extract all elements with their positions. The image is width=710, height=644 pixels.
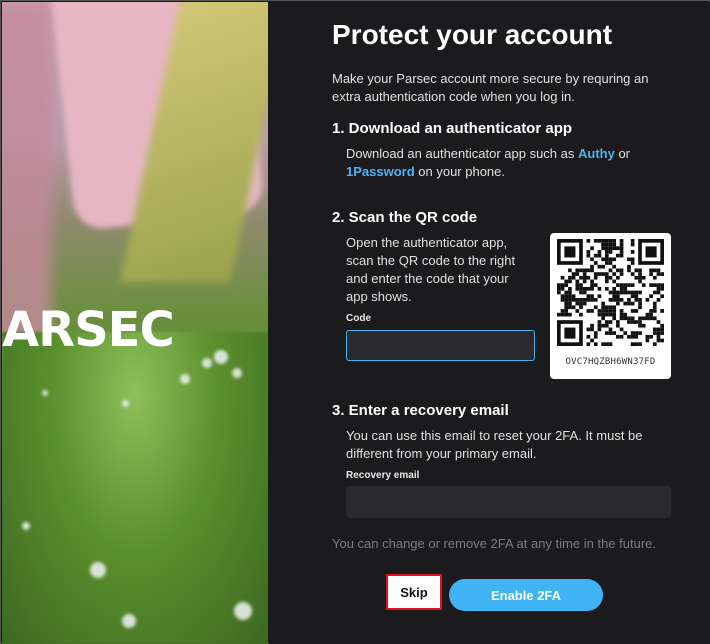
enable-2fa-button[interactable]: Enable 2FA (449, 579, 603, 611)
step1-text-mid: or (614, 146, 631, 161)
footnote-text: You can change or remove 2FA at any time… (332, 536, 656, 551)
step3-heading: 3. Enter a recovery email (332, 402, 509, 419)
qr-code-card: OVC7HQZBH6WN37FD (550, 233, 671, 379)
qr-code-image (557, 239, 664, 346)
onepassword-link[interactable]: 1Password (346, 164, 415, 179)
intro-text: Make your Parsec account more secure by … (332, 71, 649, 104)
skip-button[interactable]: Skip (386, 574, 442, 610)
step1-text: Download an authenticator app such as Au… (346, 145, 666, 181)
step1-heading: 1. Download an authenticator app (332, 120, 573, 137)
recovery-email-label: Recovery email (346, 470, 420, 481)
step2-heading: 2. Scan the QR code (332, 209, 478, 226)
recovery-email-input[interactable] (346, 486, 671, 518)
code-label: Code (346, 313, 371, 324)
authy-link[interactable]: Authy (578, 146, 615, 161)
qr-secret-key: OVC7HQZBH6WN37FD (565, 357, 656, 367)
hero-artwork: ARSEC (2, 2, 268, 644)
two-factor-setup-panel: Protect your account Make your Parsec ac… (269, 2, 710, 644)
step1-text-after: on your phone. (414, 164, 506, 179)
page-title: Protect your account (332, 19, 613, 50)
window-frame: ARSEC Protect your account Make your Par… (0, 0, 710, 644)
code-input[interactable] (346, 330, 535, 361)
step2-text: Open the authenticator app, scan the QR … (346, 235, 516, 304)
step1-text-before: Download an authenticator app such as (346, 146, 578, 161)
step3-text: You can use this email to reset your 2FA… (346, 428, 643, 461)
parsec-logo: ARSEC (2, 302, 175, 358)
